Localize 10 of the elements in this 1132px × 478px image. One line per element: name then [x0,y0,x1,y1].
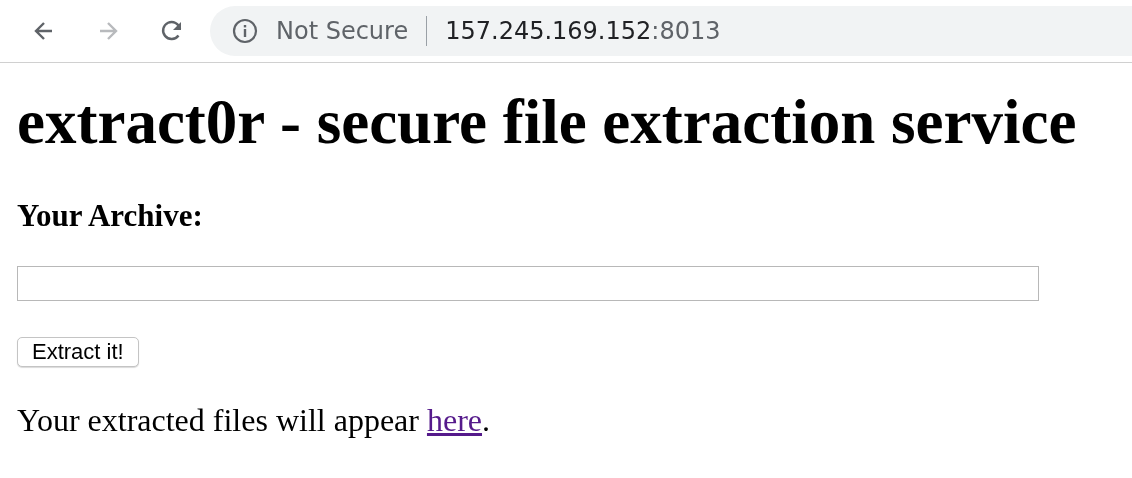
security-label: Not Secure [276,17,409,45]
extract-button[interactable]: Extract it! [17,336,139,367]
info-icon[interactable] [232,18,258,44]
page-title: extract0r - secure file extraction service [17,86,1078,159]
info-sentence: Your extracted files will appear here. [17,400,491,440]
here-link[interactable]: here [426,401,482,438]
archive-field[interactable] [17,265,1039,301]
address-bar[interactable]: Not Secure 157.245.169.152:8013 [210,6,1132,56]
url-text: 157.245.169.152:8013 [445,17,721,45]
field-label: Your Archive: [17,196,204,234]
